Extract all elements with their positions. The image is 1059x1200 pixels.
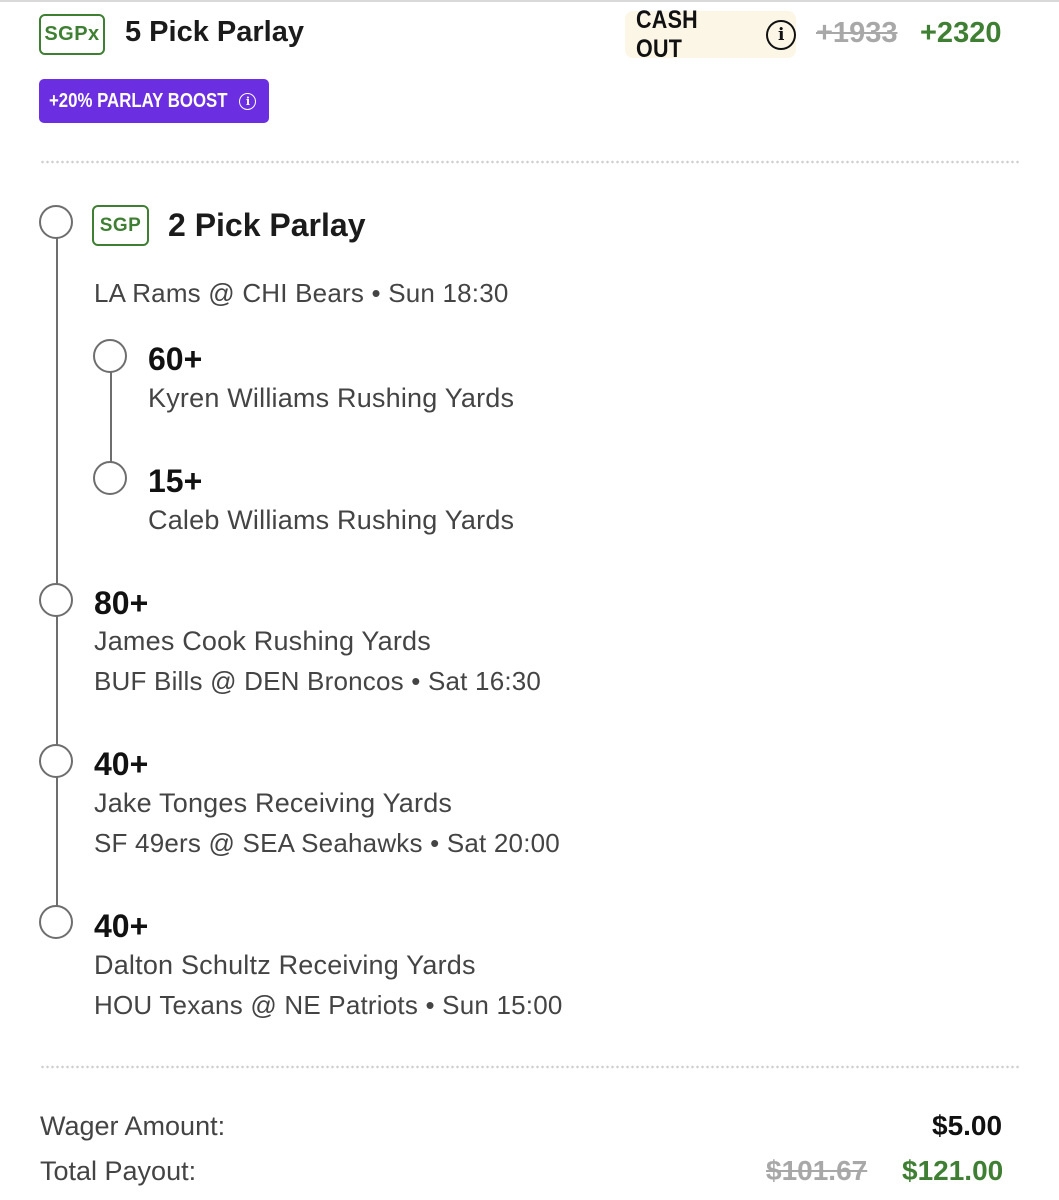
parlay-boost-label: +20% PARLAY BOOST — [49, 89, 228, 112]
pick-market: Caleb Williams Rushing Yards — [148, 505, 515, 535]
boosted-odds: +2320 — [920, 17, 1002, 49]
timeline-node-icon — [39, 583, 73, 617]
wager-value: $5.00 — [932, 1110, 1003, 1141]
timeline-node-icon — [93, 339, 127, 373]
timeline-node-icon — [93, 461, 127, 495]
dotted-divider — [40, 1065, 1020, 1069]
original-payout: $101.67 — [766, 1155, 868, 1186]
payout-label: Total Payout: — [40, 1156, 197, 1186]
leg-game-info: SF 49ers @ SEA Seahawks • Sat 20:00 — [94, 828, 560, 858]
leg-market: Jake Tonges Receiving Yards — [94, 788, 453, 818]
leg-line: 80+ — [94, 585, 149, 621]
sgp-title: 2 Pick Parlay — [168, 207, 366, 243]
top-border — [0, 0, 1059, 2]
parlay-title: 5 Pick Parlay — [125, 16, 304, 48]
timeline-node-icon — [39, 205, 73, 239]
leg-line: 40+ — [94, 746, 149, 782]
sgpx-badge: SGPx — [39, 14, 105, 55]
leg-market: James Cook Rushing Yards — [94, 626, 431, 656]
pick-market: Kyren Williams Rushing Yards — [148, 383, 515, 413]
wager-label: Wager Amount: — [40, 1111, 226, 1141]
original-odds: +1933 — [816, 17, 898, 49]
pick-line: 60+ — [148, 341, 203, 377]
sgp-game-info: LA Rams @ CHI Bears • Sun 18:30 — [94, 278, 509, 308]
dotted-divider — [40, 160, 1020, 164]
leg-game-info: BUF Bills @ DEN Broncos • Sat 16:30 — [94, 666, 542, 696]
sgp-badge: SGP — [92, 205, 149, 246]
timeline-node-icon — [39, 744, 73, 778]
timeline-node-icon — [39, 905, 73, 939]
info-icon[interactable]: i — [766, 19, 796, 50]
cash-out-label: CASH OUT — [636, 5, 698, 63]
leg-market: Dalton Schultz Receiving Yards — [94, 950, 476, 980]
boosted-payout: $121.00 — [902, 1155, 1004, 1186]
parlay-boost-badge[interactable]: +20% PARLAY BOOST i — [39, 79, 269, 123]
pick-line: 15+ — [148, 463, 203, 499]
cash-out-button[interactable]: CASH OUT i — [625, 6, 796, 63]
leg-line: 40+ — [94, 908, 149, 944]
info-icon[interactable]: i — [239, 92, 257, 110]
timeline-line — [56, 238, 58, 926]
leg-game-info: HOU Texans @ NE Patriots • Sun 15:00 — [94, 990, 563, 1020]
